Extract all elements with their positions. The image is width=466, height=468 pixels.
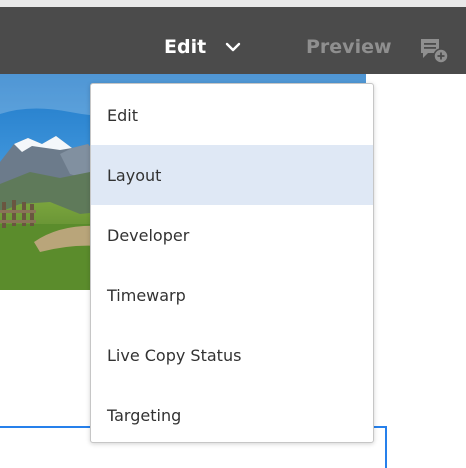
menu-item-timewarp[interactable]: Timewarp bbox=[91, 265, 373, 325]
menu-item-edit[interactable]: Edit bbox=[91, 85, 373, 145]
page-editor: Edit Preview Edit Layout Developer Timew… bbox=[0, 0, 466, 468]
preview-button[interactable]: Preview bbox=[306, 36, 392, 58]
component-outline bbox=[385, 426, 387, 468]
menu-item-targeting[interactable]: Targeting bbox=[91, 385, 373, 442]
mode-selector-button[interactable]: Edit bbox=[164, 36, 206, 58]
menu-item-live-copy-status[interactable]: Live Copy Status bbox=[91, 325, 373, 385]
chevron-down-icon[interactable] bbox=[224, 39, 242, 55]
menu-item-developer[interactable]: Developer bbox=[91, 205, 373, 265]
editor-toolbar: Edit Preview bbox=[0, 7, 466, 74]
mode-dropdown-menu: Edit Layout Developer Timewarp Live Copy… bbox=[90, 83, 374, 443]
menu-item-layout[interactable]: Layout bbox=[91, 145, 373, 205]
annotate-icon[interactable] bbox=[418, 36, 450, 64]
browser-top-strip bbox=[0, 0, 466, 7]
